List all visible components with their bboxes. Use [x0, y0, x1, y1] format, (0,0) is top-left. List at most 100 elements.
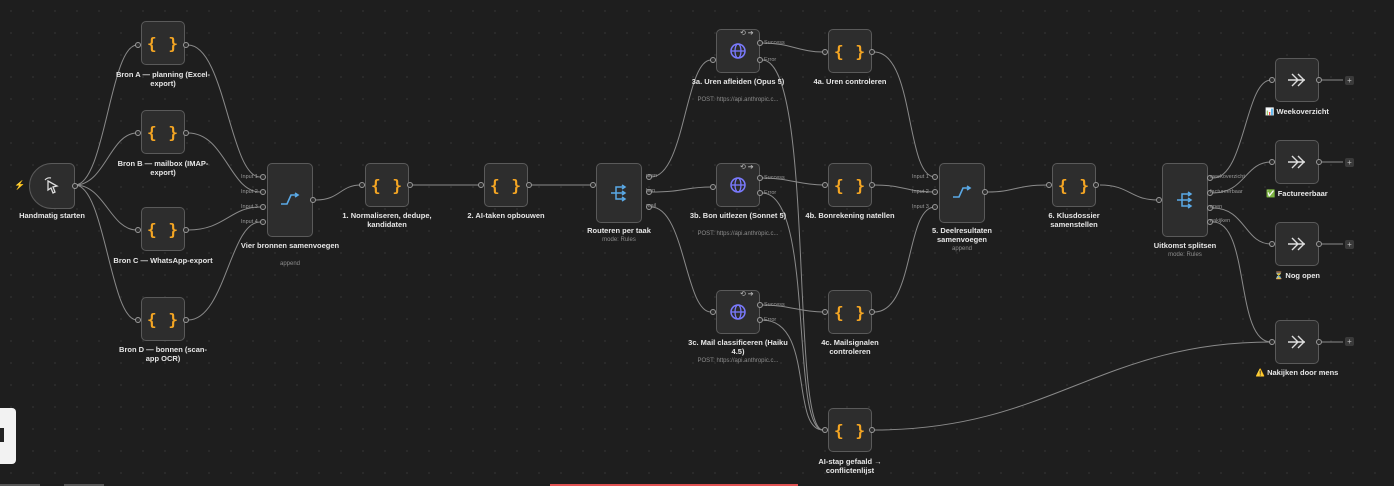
output-label: nakijken	[1210, 218, 1231, 224]
input-port[interactable]	[260, 204, 266, 210]
panel-toggle-button[interactable]	[0, 408, 16, 464]
node-split[interactable]	[1162, 163, 1208, 237]
globe-icon	[729, 176, 747, 194]
input-port[interactable]	[135, 130, 141, 136]
node-dossier[interactable]: { }	[1052, 163, 1096, 207]
input-port[interactable]	[1269, 159, 1275, 165]
double-chevron-right-icon	[1287, 237, 1307, 251]
output-port[interactable]	[1316, 159, 1322, 165]
add-node-button[interactable]: +	[1345, 158, 1354, 167]
output-port[interactable]	[1316, 77, 1322, 83]
add-node-button[interactable]: +	[1345, 76, 1354, 85]
input-port[interactable]	[590, 182, 596, 188]
output-port[interactable]	[72, 183, 78, 189]
node-out-week[interactable]	[1275, 58, 1319, 102]
cursor-click-icon	[42, 176, 62, 196]
node-label: ✅ Factureerbaar	[1266, 189, 1328, 198]
input-port[interactable]	[1269, 77, 1275, 83]
node-label: ⏳ Nog open	[1274, 271, 1320, 280]
node-normalize[interactable]: { }	[365, 163, 409, 207]
input-label: Input 3	[912, 204, 929, 210]
output-port[interactable]	[869, 182, 875, 188]
input-port[interactable]	[1269, 241, 1275, 247]
output-label: weekoverzicht	[1210, 174, 1245, 180]
input-port[interactable]	[135, 317, 141, 323]
lightning-icon: ⚡	[14, 180, 26, 190]
node-ai-taken[interactable]: { }	[484, 163, 528, 207]
output-label: uren	[646, 173, 658, 179]
code-braces-icon: { }	[147, 219, 179, 239]
output-port-error[interactable]	[757, 317, 763, 323]
output-port[interactable]	[1093, 182, 1099, 188]
node-subtitle: append	[951, 246, 973, 252]
output-port[interactable]	[869, 427, 875, 433]
output-port[interactable]	[982, 189, 988, 195]
input-port[interactable]	[478, 182, 484, 188]
edge-router-http-b	[650, 186, 712, 193]
input-port[interactable]	[359, 182, 365, 188]
code-braces-icon: { }	[834, 420, 866, 440]
node-ai-failed[interactable]: { }	[828, 408, 872, 452]
output-label: Error	[764, 57, 777, 63]
output-port[interactable]	[183, 317, 189, 323]
node-check-b[interactable]: { }	[828, 163, 872, 207]
node-bron-d[interactable]: { }	[141, 297, 185, 341]
input-port[interactable]	[710, 57, 716, 63]
node-out-mens[interactable]	[1275, 320, 1319, 364]
node-bron-b[interactable]: { }	[141, 110, 185, 154]
output-port[interactable]	[1316, 241, 1322, 247]
code-braces-icon: { }	[1058, 175, 1090, 195]
output-port-success[interactable]	[757, 40, 763, 46]
output-port-success[interactable]	[757, 302, 763, 308]
output-port[interactable]	[183, 227, 189, 233]
input-port[interactable]	[822, 309, 828, 315]
output-port-success[interactable]	[757, 175, 763, 181]
input-port[interactable]	[822, 49, 828, 55]
output-label: Error	[764, 190, 777, 196]
input-port[interactable]	[932, 189, 938, 195]
node-bron-a[interactable]: { }	[141, 21, 185, 65]
output-port[interactable]	[183, 130, 189, 136]
output-port-error[interactable]	[757, 57, 763, 63]
output-port[interactable]	[183, 42, 189, 48]
input-port[interactable]	[710, 184, 716, 190]
input-port[interactable]	[1046, 182, 1052, 188]
node-check-c[interactable]: { }	[828, 290, 872, 334]
input-port[interactable]	[1156, 197, 1162, 203]
input-port[interactable]	[710, 309, 716, 315]
node-label: 3a. Uren afleiden (Opus 5)	[691, 77, 785, 86]
input-port[interactable]	[135, 227, 141, 233]
node-bron-c[interactable]: { }	[141, 207, 185, 251]
input-port[interactable]	[260, 174, 266, 180]
output-port[interactable]	[869, 309, 875, 315]
input-port[interactable]	[135, 42, 141, 48]
output-port[interactable]	[526, 182, 532, 188]
input-port[interactable]	[260, 189, 266, 195]
output-port[interactable]	[310, 197, 316, 203]
output-port-error[interactable]	[757, 190, 763, 196]
node-merge-deelresultaten[interactable]	[939, 163, 985, 223]
node-merge-bronnen[interactable]	[267, 163, 313, 237]
input-port[interactable]	[260, 219, 266, 225]
node-out-fact[interactable]	[1275, 140, 1319, 184]
input-port[interactable]	[932, 204, 938, 210]
output-label: Success	[764, 175, 785, 181]
input-port[interactable]	[1269, 339, 1275, 345]
edge-check-c-merge2	[873, 206, 936, 313]
output-label: bon	[646, 188, 656, 194]
input-port[interactable]	[932, 174, 938, 180]
node-router[interactable]	[596, 163, 642, 223]
add-node-button[interactable]: +	[1345, 240, 1354, 249]
edge-check-a-merge2	[873, 51, 936, 178]
node-check-a[interactable]: { }	[828, 29, 872, 73]
node-trigger[interactable]	[29, 163, 75, 209]
output-port[interactable]	[1316, 339, 1322, 345]
add-node-button[interactable]: +	[1345, 337, 1354, 346]
input-port[interactable]	[822, 182, 828, 188]
node-out-open[interactable]	[1275, 222, 1319, 266]
output-port[interactable]	[869, 49, 875, 55]
output-port[interactable]	[407, 182, 413, 188]
workflow-canvas[interactable]: ⚡ Handmatig starten { } Bron A — plannin…	[0, 0, 1394, 486]
input-port[interactable]	[822, 427, 828, 433]
node-label: 3b. Bon uitlezen (Sonnet 5)	[689, 211, 787, 220]
